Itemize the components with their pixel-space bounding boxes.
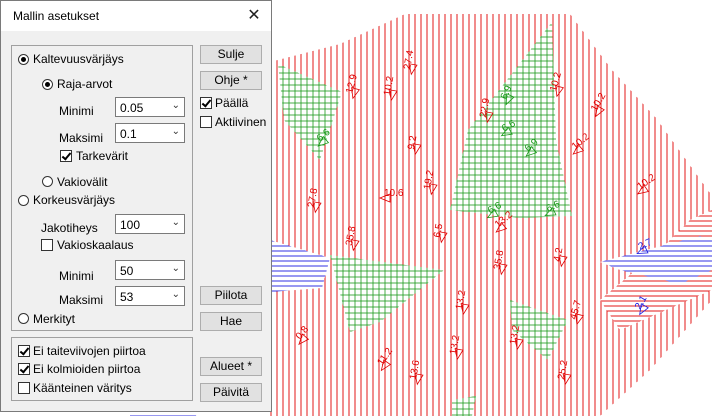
constant-scaling-label: Vakioskaalaus (57, 238, 134, 252)
reverse-coloring-label: Käänteinen väritys (33, 381, 132, 395)
height-min-label: Minimi (59, 269, 94, 283)
height-coloring-radio[interactable] (18, 195, 29, 206)
close-icon[interactable]: ✕ (243, 5, 265, 27)
slope-label: 10.6 (384, 188, 404, 199)
no-breaklines-checkbox[interactable] (18, 345, 30, 357)
chevron-down-icon: ⌄ (171, 126, 180, 137)
active-label: Aktiivinen (215, 115, 267, 129)
active-checkbox[interactable] (200, 116, 212, 128)
height-coloring-label: Korkeusvärjäys (33, 193, 116, 207)
constant-intervals-label: Vakiovälit (57, 175, 108, 189)
height-min-value: 50 (120, 264, 134, 278)
marked-radio[interactable] (18, 313, 29, 324)
division-density-label: Jakotiheys (41, 221, 98, 235)
chevron-down-icon: ⌄ (171, 289, 180, 300)
reverse-coloring-checkbox[interactable] (18, 382, 30, 394)
chevron-down-icon: ⌄ (171, 217, 180, 228)
chevron-down-icon: ⌄ (171, 100, 180, 111)
help-button[interactable]: Ohje * (200, 71, 262, 90)
height-max-value: 53 (120, 290, 134, 304)
slope-min-value: 0.05 (120, 101, 144, 115)
height-max-label: Maksimi (59, 293, 103, 307)
division-density-value: 100 (120, 218, 141, 232)
no-breaklines-label: Ei taiteviivojen piirtoa (33, 344, 146, 358)
title-bar[interactable]: Mallin asetukset ✕ (1, 1, 271, 31)
slope-max-select[interactable]: 0.1 ⌄ (115, 123, 185, 143)
no-triangles-label: Ei kolmioiden piirtoa (33, 362, 141, 376)
update-button[interactable]: Päivitä (200, 383, 262, 402)
model-settings-dialog: Mallin asetukset ✕ Kaltevuusvärjäys Raja… (0, 0, 272, 412)
areas-button[interactable]: Alueet * (200, 357, 262, 376)
slope-max-value: 0.1 (120, 127, 137, 141)
slope-min-select[interactable]: 0.05 ⌄ (115, 97, 185, 117)
limit-values-label: Raja-arvot (57, 77, 113, 91)
fine-colors-label: Tarkevärit (76, 149, 129, 163)
constant-intervals-radio[interactable] (42, 176, 53, 187)
marked-label: Merkityt (33, 312, 75, 326)
chevron-down-icon: ⌄ (171, 263, 180, 274)
height-max-select[interactable]: 53 ⌄ (115, 286, 185, 306)
slope-coloring-label: Kaltevuusvärjäys (33, 52, 124, 66)
hide-button[interactable]: Piilota (200, 286, 262, 305)
on-label: Päällä (215, 96, 249, 110)
close-button[interactable]: Sulje (200, 45, 262, 64)
slope-min-label: Minimi (59, 104, 94, 118)
constant-scaling-checkbox[interactable] (41, 239, 53, 251)
fine-colors-checkbox[interactable] (60, 150, 72, 162)
division-density-select[interactable]: 100 ⌄ (115, 214, 185, 234)
dialog-title: Mallin asetukset (13, 9, 100, 23)
no-triangles-checkbox[interactable] (18, 363, 30, 375)
limit-values-radio[interactable] (42, 79, 53, 90)
slope-coloring-radio[interactable] (18, 54, 29, 65)
slope-max-label: Maksimi (59, 131, 103, 145)
fetch-button[interactable]: Hae (200, 312, 262, 331)
height-min-select[interactable]: 50 ⌄ (115, 260, 185, 280)
on-checkbox[interactable] (200, 97, 212, 109)
